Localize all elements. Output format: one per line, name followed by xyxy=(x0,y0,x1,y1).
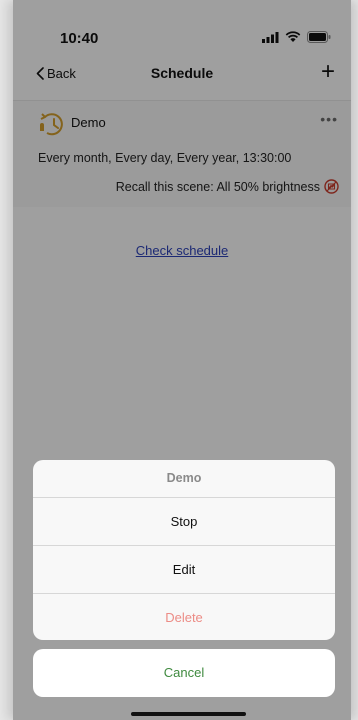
home-indicator xyxy=(131,712,246,716)
stop-button[interactable]: Stop xyxy=(33,498,335,546)
action-sheet: Demo Stop Edit Delete xyxy=(33,460,335,640)
edit-button[interactable]: Edit xyxy=(33,546,335,594)
delete-button[interactable]: Delete xyxy=(33,594,335,640)
cancel-button[interactable]: Cancel xyxy=(33,649,335,697)
action-sheet-title: Demo xyxy=(33,460,335,498)
phone-screen: 10:40 Back Schedule + Demo ••• Every mon… xyxy=(13,0,351,720)
